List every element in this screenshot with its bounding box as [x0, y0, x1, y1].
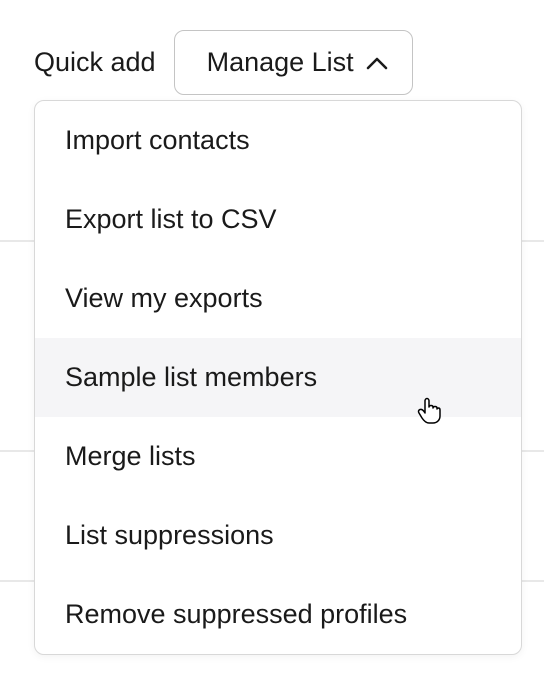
- menu-item-import-contacts[interactable]: Import contacts: [35, 101, 521, 180]
- menu-item-export-csv[interactable]: Export list to CSV: [35, 180, 521, 259]
- manage-list-dropdown: Import contacts Export list to CSV View …: [34, 100, 522, 655]
- menu-item-list-suppressions[interactable]: List suppressions: [35, 496, 521, 575]
- menu-item-remove-suppressed[interactable]: Remove suppressed profiles: [35, 575, 521, 654]
- menu-item-sample-members[interactable]: Sample list members: [35, 338, 521, 417]
- manage-list-label: Manage List: [207, 47, 354, 78]
- chevron-up-icon: [366, 52, 388, 74]
- quick-add-button[interactable]: Quick add: [34, 47, 156, 78]
- manage-list-button[interactable]: Manage List: [174, 30, 413, 95]
- menu-item-merge-lists[interactable]: Merge lists: [35, 417, 521, 496]
- menu-item-view-exports[interactable]: View my exports: [35, 259, 521, 338]
- header-row: Quick add Manage List: [0, 0, 544, 95]
